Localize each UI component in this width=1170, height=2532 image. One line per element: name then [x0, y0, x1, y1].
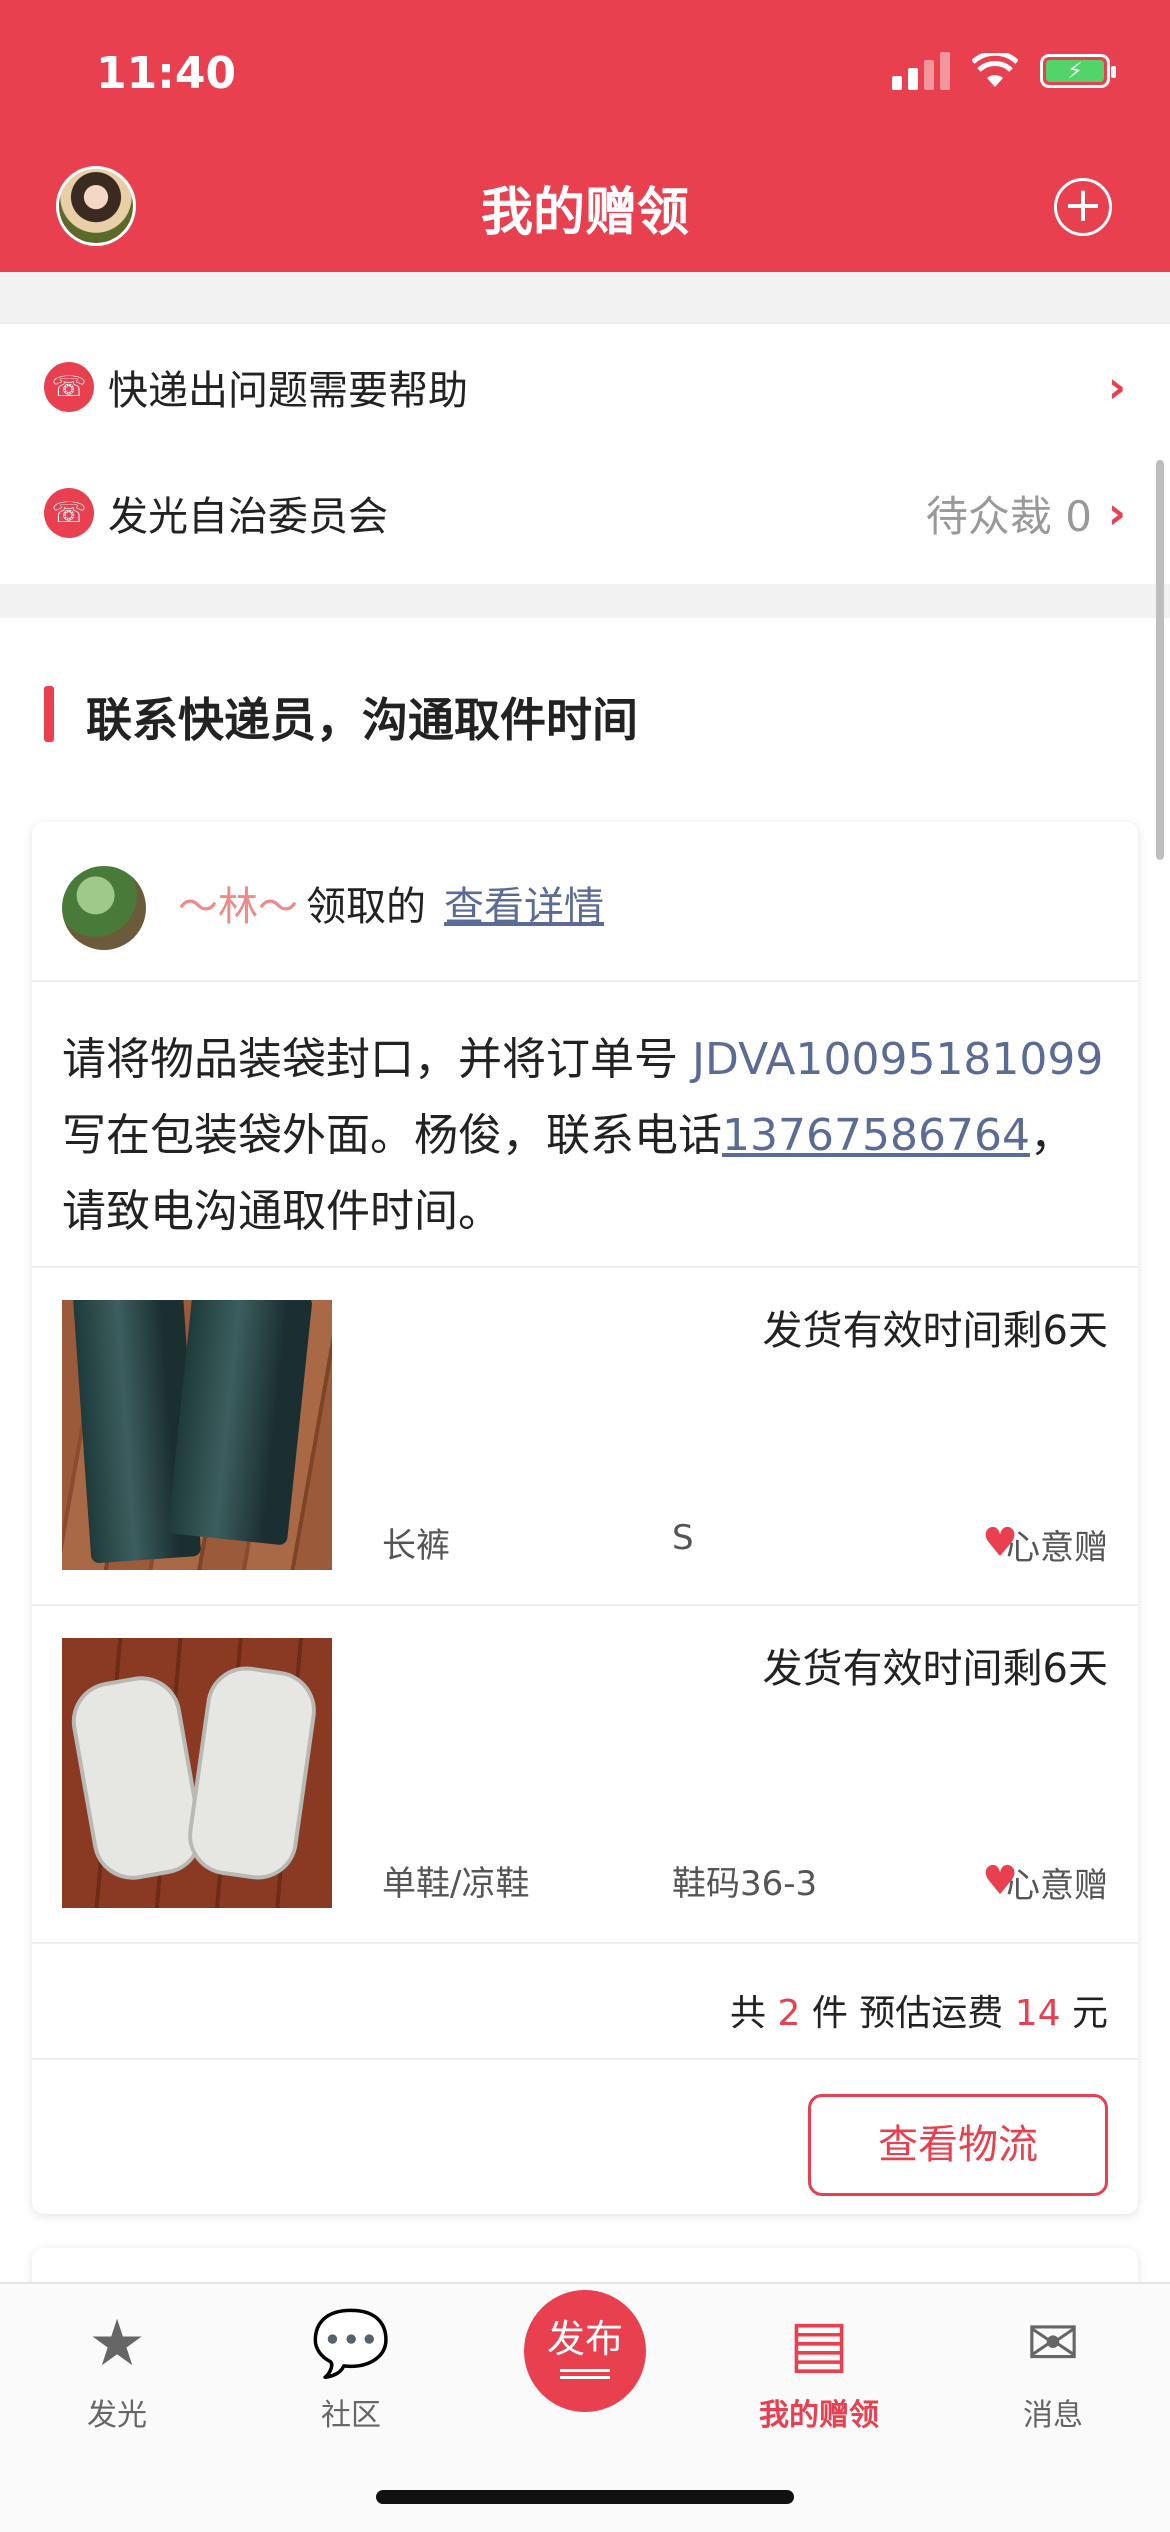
shipping-validity: 发货有效时间剩6天	[762, 1308, 1108, 1354]
tab-label: 发光	[87, 2398, 147, 2433]
gift-cards-icon: ▤	[788, 2307, 850, 2381]
divider	[32, 1942, 1138, 1944]
giver-action: 领取的	[306, 884, 426, 930]
view-details-link[interactable]: 查看详情	[444, 874, 604, 932]
tab-community[interactable]: 💬 社区	[234, 2304, 468, 2434]
tab-label: 我的赠领	[759, 2398, 879, 2433]
item-count: 2	[777, 1993, 801, 2034]
home-indicator[interactable]	[376, 2490, 794, 2504]
total-unit: 元	[1071, 1993, 1108, 2034]
scrollbar[interactable]	[1156, 460, 1164, 860]
list-item[interactable]: 发货有效时间剩6天 长裤 S ♥ 心意赠	[32, 1268, 1138, 1604]
help-row-committee[interactable]: ☏ 发光自治委员会 待众裁 0 ›	[0, 450, 1170, 576]
help-row-courier[interactable]: ☏ 快递出问题需要帮助 ›	[0, 324, 1170, 450]
tab-glow[interactable]: ★ 发光	[0, 2304, 234, 2434]
pending-count: 待众裁 0	[925, 491, 1092, 541]
chevron-right-icon: ›	[1107, 361, 1126, 413]
message-text: 写在包装袋外面。杨俊，联系电话	[62, 1110, 722, 1161]
tab-label: 社区	[321, 2398, 381, 2433]
section-title: 联系快递员，沟通取件时间	[86, 693, 638, 747]
shipping-instructions: 请将物品装袋封口，并将订单号 JDVA10095181099 写在包装袋外面。杨…	[62, 1022, 1112, 1250]
giver-name[interactable]: ～林～	[178, 874, 298, 932]
help-label: 发光自治委员会	[108, 494, 388, 540]
publish-button[interactable]: 发布	[524, 2290, 646, 2412]
chevron-right-icon: ›	[1107, 487, 1126, 539]
shipping-validity: 发货有效时间剩6天	[762, 1646, 1108, 1692]
card-header: ～林～ 领取的 查看详情	[32, 822, 1138, 982]
tab-my-claims[interactable]: ▤ 我的赠领	[702, 2304, 936, 2434]
total-prefix: 共	[729, 1993, 766, 2034]
status-time: 11:40	[96, 48, 237, 99]
battery-icon: ⚡	[1040, 54, 1116, 88]
publish-icon	[560, 2369, 610, 2379]
envelope-icon: ✉	[1026, 2307, 1080, 2381]
plus-circle-icon[interactable]: +	[1054, 178, 1112, 236]
wifi-icon	[972, 53, 1018, 87]
item-size: 鞋码36-3	[672, 1864, 818, 1904]
tab-label: 消息	[1023, 2398, 1083, 2433]
item-photo	[62, 1638, 332, 1908]
item-name: 长裤	[382, 1526, 450, 1566]
message-text: 请将物品装袋封口，并将订单号	[62, 1034, 692, 1085]
section-accent-bar	[44, 686, 54, 742]
app-header: 11:40 ⚡ 我的赠领 +	[0, 0, 1170, 272]
chat-bubble-icon: 💬	[311, 2307, 391, 2381]
gift-tag: 心意赠	[1006, 1866, 1108, 1906]
phone-link[interactable]: 13767586764	[722, 1110, 1030, 1161]
item-name: 单鞋/凉鞋	[382, 1864, 530, 1904]
tab-messages[interactable]: ✉ 消息	[936, 2304, 1170, 2434]
star-icon: ★	[88, 2307, 146, 2381]
list-item[interactable]: 发货有效时间剩6天 单鞋/凉鞋 鞋码36-3 ♥ 心意赠	[32, 1606, 1138, 1942]
gift-tag: 心意赠	[1006, 1528, 1108, 1568]
help-label: 快递出问题需要帮助	[108, 368, 468, 414]
divider	[32, 2058, 1138, 2060]
item-photo	[62, 1300, 332, 1570]
publish-label: 发布	[546, 2317, 623, 2361]
page-title: 我的赠领	[480, 183, 689, 243]
view-logistics-button[interactable]: 查看物流	[808, 2094, 1108, 2196]
status-icons: ⚡	[892, 52, 1116, 90]
claim-card: ～林～ 领取的 查看详情 请将物品装袋封口，并将订单号 JDVA10095181…	[32, 822, 1138, 2214]
help-section: ☏ 快递出问题需要帮助 › ☏ 发光自治委员会 待众裁 0 ›	[0, 322, 1170, 584]
headset-icon: ☏	[44, 488, 94, 538]
giver-avatar[interactable]	[62, 866, 146, 950]
headset-icon: ☏	[44, 362, 94, 412]
total-mid: 件 预估运费	[811, 1993, 1004, 2034]
shipping-fee: 14	[1014, 1993, 1061, 2034]
item-size: S	[672, 1518, 694, 1558]
cellular-signal-icon	[892, 52, 950, 90]
order-total: 共 2 件 预估运费 14 元	[730, 1984, 1108, 2036]
order-number: JDVA10095181099	[692, 1034, 1104, 1085]
